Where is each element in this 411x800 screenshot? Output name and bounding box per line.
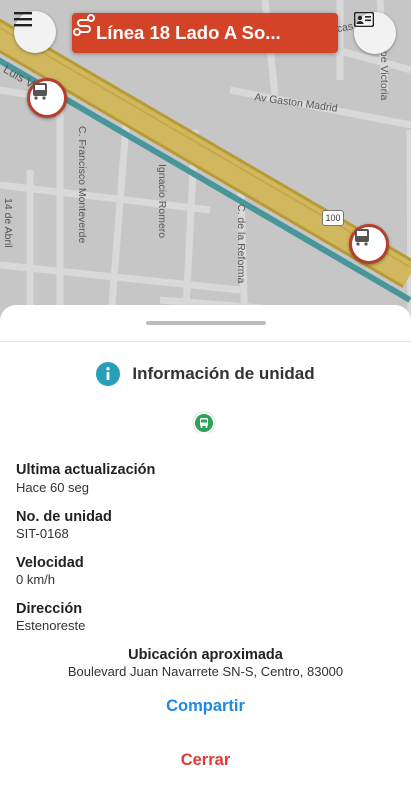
road-shield: 100: [322, 210, 344, 226]
route-icon: [73, 14, 95, 36]
id-card-icon: [354, 12, 374, 27]
close-button[interactable]: Cerrar: [0, 751, 411, 770]
location-value: Boulevard Juan Navarrete SN-S, Centro, 8…: [67, 664, 344, 679]
bus-stop-marker[interactable]: [349, 224, 389, 264]
unit-info-sheet: Información de unidad Ultima actualizaci…: [0, 305, 411, 800]
street-label: C. de la Reforma: [235, 204, 247, 284]
street-label: 14 de Abril: [2, 198, 14, 248]
unit-number-value: SIT-0168: [16, 526, 69, 541]
info-icon: [96, 362, 121, 386]
speed-value: 0 km/h: [16, 572, 56, 587]
share-button[interactable]: Compartir: [0, 697, 411, 716]
bus-icon: [355, 229, 369, 246]
bus-icon: [33, 83, 47, 100]
street-label: Ipe Victoria: [378, 48, 390, 101]
speed-label: Velocidad: [16, 555, 84, 571]
location-label: Ubicación aproximada: [128, 647, 283, 663]
map-view[interactable]: Luis Viñas J. Av. Zacatecas Ipe Victoria…: [0, 0, 411, 330]
bus-location-pin: [192, 411, 216, 443]
last-update-value: Hace 60 seg: [16, 480, 89, 495]
direction-label: Dirección: [16, 601, 83, 617]
bus-pin-icon: [192, 411, 216, 440]
divider: [0, 341, 411, 342]
sheet-header: Información de unidad: [0, 362, 411, 386]
direction-value: Estenoreste: [16, 618, 86, 633]
road-shield-number: 100: [325, 213, 341, 223]
bus-stop-marker[interactable]: [27, 78, 67, 118]
sheet-grab-handle[interactable]: [146, 321, 266, 325]
route-title: Línea 18 Lado A So...: [96, 22, 281, 43]
street-label: Ignacio Romero: [156, 164, 168, 239]
route-banner[interactable]: Línea 18 Lado A So...: [72, 13, 338, 53]
menu-icon: [14, 12, 32, 27]
unit-number-label: No. de unidad: [16, 509, 112, 525]
sheet-title: Información de unidad: [132, 364, 315, 383]
last-update-label: Ultima actualización: [16, 462, 156, 478]
menu-button[interactable]: [14, 11, 56, 53]
street-label: C. Francisco Monteverde: [76, 126, 88, 244]
id-card-button[interactable]: [354, 12, 396, 54]
